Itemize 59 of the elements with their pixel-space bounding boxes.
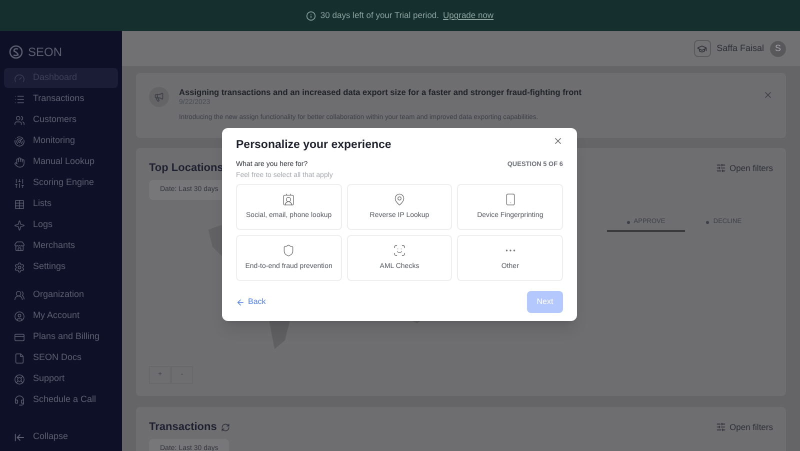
- sidebar-item[interactable]: Organization: [4, 285, 118, 305]
- contact-card-icon: [282, 193, 296, 206]
- sidebar-item[interactable]: Support: [4, 369, 118, 389]
- logo-icon: [9, 45, 23, 59]
- sidebar-item[interactable]: SEON Docs: [4, 348, 118, 368]
- table-icon: [14, 198, 25, 210]
- sidebar-item[interactable]: Lists: [4, 194, 118, 214]
- open-filters-button[interactable]: Open filters: [716, 162, 773, 175]
- sidebar-item[interactable]: Scoring Engine: [4, 173, 118, 193]
- info-icon: [306, 10, 316, 20]
- section-title: Top Locations: [149, 161, 224, 176]
- face-scan-icon: [392, 244, 406, 257]
- arrow-left-icon: [236, 298, 245, 307]
- document-icon: [14, 352, 25, 364]
- user-name: Saffa Faisal: [716, 42, 764, 55]
- sidebar-item[interactable]: Merchants: [4, 236, 118, 256]
- sidebar-item[interactable]: Customers: [4, 110, 118, 130]
- credit-card-icon: [14, 332, 25, 342]
- sidebar-item[interactable]: Manual Lookup: [4, 152, 118, 172]
- logo-text: SEON: [28, 44, 62, 61]
- gauge-icon: [14, 72, 25, 84]
- sidebar-item[interactable]: Plans and Billing: [4, 327, 118, 347]
- announcement-title: Assigning transactions and an increased data export size for a faster and stronger fraud-fighting front: [179, 86, 582, 98]
- section-title: Transactions: [149, 420, 217, 435]
- user-avatar[interactable]: S: [770, 40, 786, 56]
- radar-icon: [14, 136, 25, 146]
- close-icon[interactable]: [553, 136, 563, 146]
- modal-title: Personalize your experience: [236, 138, 392, 153]
- lifebuoy-icon: [14, 374, 25, 384]
- sliders-icon: [14, 178, 25, 188]
- users-icon: [14, 290, 25, 300]
- graduation-cap-icon: [697, 44, 708, 54]
- upgrade-link[interactable]: Upgrade now: [443, 9, 494, 22]
- user-circle-icon: [14, 310, 25, 322]
- collapse-icon: [14, 432, 25, 442]
- store-icon: [14, 240, 25, 252]
- shield-icon: [282, 244, 296, 257]
- back-button[interactable]: Back: [236, 296, 266, 308]
- users-icon: [14, 114, 25, 126]
- filter-icon: [716, 163, 726, 174]
- banner-text: 30 days left of your Trial period.: [320, 9, 440, 22]
- settings-icon: [14, 262, 25, 272]
- hand-icon: [14, 156, 25, 168]
- open-filters-button[interactable]: Open filters: [716, 420, 773, 434]
- sidebar-item[interactable]: Schedule a Call: [4, 390, 118, 410]
- sidebar-item[interactable]: Monitoring: [4, 131, 118, 151]
- refresh-icon[interactable]: [220, 422, 230, 432]
- sidebar-item[interactable]: Logs: [4, 215, 118, 235]
- megaphone-icon: [154, 92, 164, 102]
- sidebar-item[interactable]: Transactions: [4, 89, 118, 109]
- filter-icon: [716, 422, 726, 432]
- sparkle-icon: [14, 220, 25, 230]
- phone-icon: [504, 193, 517, 206]
- location-pin-icon: [392, 193, 406, 206]
- sidebar-item[interactable]: Settings: [4, 257, 118, 277]
- headset-icon: [14, 394, 25, 406]
- collapse-button[interactable]: Collapse: [4, 425, 118, 449]
- academy-button[interactable]: [694, 40, 711, 57]
- sidebar-item[interactable]: My Account: [4, 306, 118, 326]
